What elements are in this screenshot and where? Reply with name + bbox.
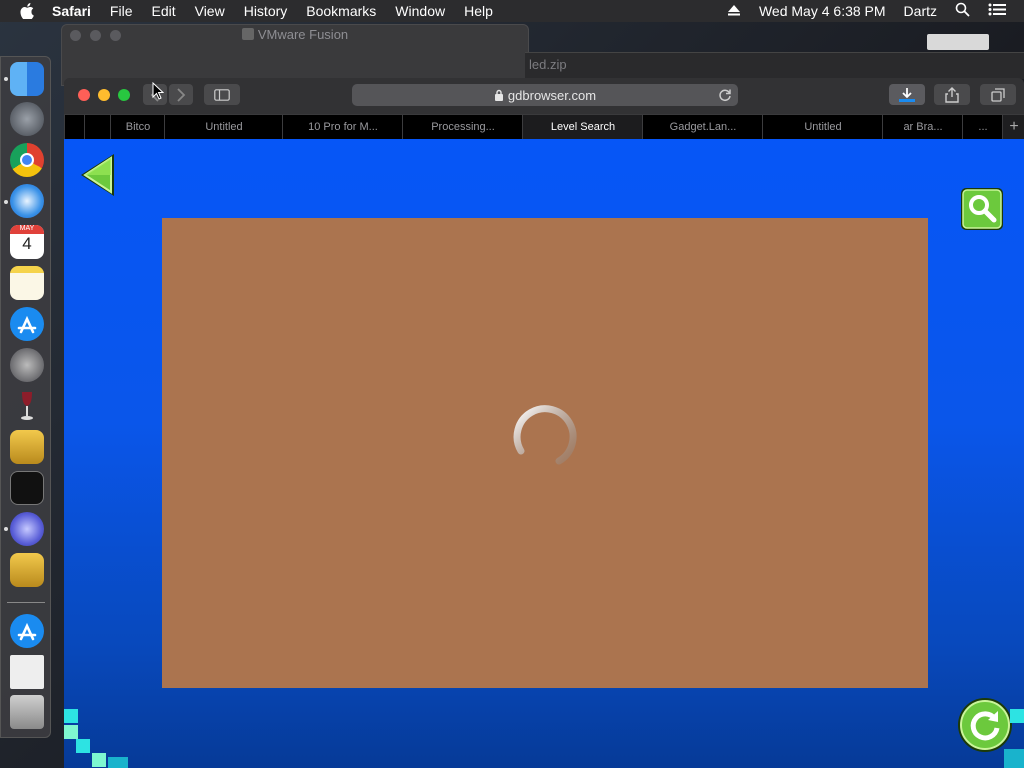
dock-separator xyxy=(7,602,45,603)
calendar-month: MAY xyxy=(10,225,44,234)
dock-running-indicator xyxy=(4,77,8,81)
external-drive-icon[interactable] xyxy=(927,34,989,50)
tab-item[interactable]: Untitled xyxy=(762,115,883,139)
eject-icon[interactable] xyxy=(727,3,741,19)
web-content xyxy=(64,139,1024,768)
tab-bar: Bitco Untitled 10 Pro for M... Processin… xyxy=(64,114,1024,139)
vmware-window[interactable]: VMware Fusion xyxy=(61,24,529,86)
address-text: gdbrowser.com xyxy=(507,87,597,103)
share-button[interactable] xyxy=(934,84,970,105)
search-icon[interactable] xyxy=(960,187,1004,236)
bittorrent-icon[interactable] xyxy=(10,512,44,546)
vmware-icon xyxy=(241,28,254,40)
mouse-cursor-icon xyxy=(152,81,165,105)
menu-bookmarks[interactable]: Bookmarks xyxy=(306,3,376,19)
chrome-icon[interactable] xyxy=(10,143,44,177)
download-icon xyxy=(899,87,915,102)
corner-decoration-left xyxy=(64,699,134,768)
tab-item[interactable]: Processing... xyxy=(402,115,523,139)
share-icon xyxy=(945,86,959,103)
app-store-icon[interactable] xyxy=(10,307,44,341)
tab-pinned[interactable] xyxy=(64,115,85,139)
sidebar-icon xyxy=(214,88,230,101)
reload-icon[interactable] xyxy=(718,88,732,105)
level-list-panel xyxy=(162,218,928,688)
terminal-icon[interactable] xyxy=(10,471,44,505)
menubar-user[interactable]: Dartz xyxy=(904,3,937,19)
background-finder-window[interactable]: led.zip xyxy=(525,52,1024,79)
loading-spinner-icon xyxy=(509,403,579,478)
wine-icon[interactable] xyxy=(10,389,44,423)
safari-icon[interactable] xyxy=(10,184,44,218)
menu-window[interactable]: Window xyxy=(395,3,445,19)
tab-item[interactable]: Untitled xyxy=(164,115,283,139)
menu-history[interactable]: History xyxy=(244,3,288,19)
corner-decoration-right xyxy=(1004,699,1024,768)
calendar-day: 4 xyxy=(22,234,32,253)
menu-help[interactable]: Help xyxy=(464,3,493,19)
tab-overview-button[interactable] xyxy=(980,84,1016,105)
menu-file[interactable]: File xyxy=(110,3,133,19)
tab-item[interactable]: Gadget.Lan... xyxy=(642,115,763,139)
menubar-clock[interactable]: Wed May 4 6:38 PM xyxy=(759,3,886,19)
new-tab-button[interactable]: + xyxy=(1002,115,1024,139)
launchpad-icon[interactable] xyxy=(10,102,44,136)
sidebar-toggle-button[interactable] xyxy=(204,84,240,105)
tab-overflow[interactable]: ... xyxy=(962,115,1003,139)
dock: MAY 4 xyxy=(0,56,51,738)
tabs-icon xyxy=(991,87,1005,102)
safari-toolbar: gdbrowser.com xyxy=(64,78,1024,114)
tab-item[interactable]: 10 Pro for M... xyxy=(282,115,403,139)
menubar: Safari File Edit View History Bookmarks … xyxy=(0,0,1024,22)
trash-icon[interactable] xyxy=(10,695,44,729)
finder-icon[interactable] xyxy=(10,62,44,96)
archive-utility-icon-2[interactable] xyxy=(10,553,44,587)
menu-app-safari[interactable]: Safari xyxy=(52,3,91,19)
menu-view[interactable]: View xyxy=(195,3,225,19)
spotlight-search-icon[interactable] xyxy=(955,2,970,20)
downloads-button[interactable] xyxy=(889,84,925,105)
lock-icon xyxy=(494,89,503,101)
control-center-icon[interactable] xyxy=(988,3,1006,19)
close-window-icon[interactable] xyxy=(78,89,90,101)
back-arrow-icon[interactable] xyxy=(78,151,118,204)
tab-item[interactable]: Bitco xyxy=(110,115,165,139)
vmware-window-title: VMware Fusion xyxy=(62,27,528,42)
tab-pinned[interactable] xyxy=(84,115,111,139)
app-store-downloads-icon[interactable] xyxy=(10,614,44,648)
notes-icon[interactable] xyxy=(10,266,44,300)
safari-window: gdbrowser.com Bitco Untitled 10 Pro for … xyxy=(64,78,1024,768)
document-icon[interactable] xyxy=(10,655,44,689)
chevron-right-icon xyxy=(177,87,186,102)
menu-edit[interactable]: Edit xyxy=(151,3,175,19)
dock-running-indicator xyxy=(4,527,8,531)
tab-item-active[interactable]: Level Search xyxy=(522,115,643,139)
address-bar[interactable]: gdbrowser.com xyxy=(352,84,738,106)
archive-utility-icon[interactable] xyxy=(10,430,44,464)
forward-button[interactable] xyxy=(169,84,193,105)
calendar-icon[interactable]: MAY 4 xyxy=(10,225,44,259)
apple-icon[interactable] xyxy=(20,3,34,19)
minimize-window-icon[interactable] xyxy=(98,89,110,101)
tab-item[interactable]: ar Bra... xyxy=(882,115,963,139)
dock-running-indicator xyxy=(4,200,8,204)
system-preferences-icon[interactable] xyxy=(10,348,44,382)
zoom-window-icon[interactable] xyxy=(118,89,130,101)
background-window-title: led.zip xyxy=(529,57,567,72)
